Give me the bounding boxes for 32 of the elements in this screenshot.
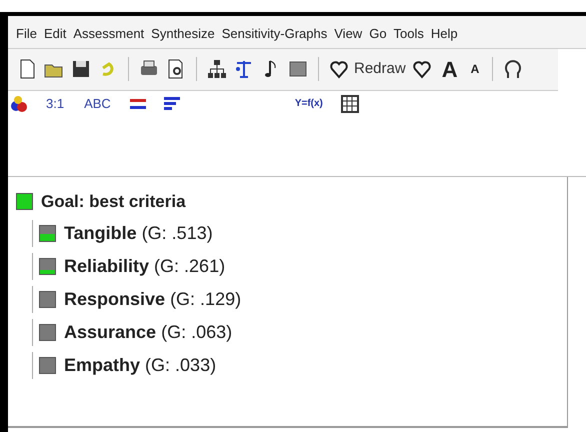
text-button[interactable]: A bbox=[438, 52, 462, 86]
heart-icon[interactable] bbox=[328, 58, 350, 80]
menu-item[interactable]: Edit bbox=[44, 24, 66, 44]
save-icon[interactable] bbox=[70, 58, 92, 80]
menu-item[interactable]: Tools bbox=[394, 24, 424, 44]
heart-icon[interactable] bbox=[410, 58, 433, 80]
criterion-label: Assurance (G: .063) bbox=[64, 321, 232, 344]
node-marker bbox=[39, 225, 56, 242]
formula-button[interactable]: Y=f(x) bbox=[290, 96, 327, 111]
menu-item[interactable]: File bbox=[16, 24, 37, 44]
goal-label: Goal: best criteria bbox=[41, 190, 186, 212]
criterion-label: Reliability (G: .261) bbox=[64, 255, 226, 278]
grid-icon[interactable] bbox=[338, 92, 361, 114]
node-marker bbox=[16, 192, 33, 210]
redraw-button[interactable]: Redraw bbox=[328, 58, 406, 80]
menu-item[interactable]: Assessment bbox=[73, 24, 144, 44]
node-marker bbox=[39, 357, 56, 374]
criterion-label: Empathy (G: .033) bbox=[64, 354, 216, 377]
node-marker bbox=[39, 258, 56, 275]
menu-item[interactable]: Sensitivity-Graphs bbox=[222, 24, 328, 44]
menu-item[interactable]: Help bbox=[430, 24, 458, 44]
node-marker bbox=[39, 291, 56, 308]
toolbar-button[interactable]: ABC bbox=[80, 94, 115, 114]
toolbar-button[interactable]: 3:1 bbox=[42, 94, 68, 114]
criterion-label: Responsive (G: .129) bbox=[64, 288, 242, 311]
hierarchy-icon[interactable] bbox=[206, 58, 228, 80]
menu-item[interactable]: Go bbox=[369, 24, 387, 44]
criterion-label: Tangible (G: .513) bbox=[64, 222, 213, 245]
menu-item[interactable]: View bbox=[334, 24, 362, 44]
menu-item[interactable]: Synthesize bbox=[151, 24, 215, 44]
node-marker bbox=[39, 324, 56, 341]
text-button[interactable]: A bbox=[466, 60, 484, 78]
